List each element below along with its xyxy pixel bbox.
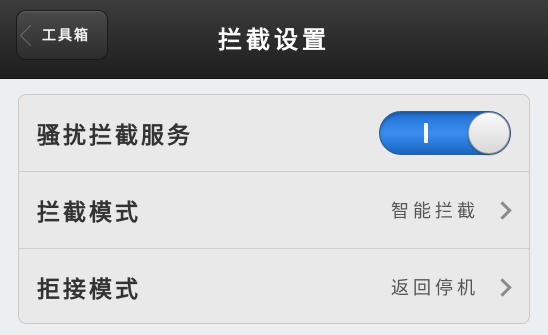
settings-group: 骚扰拦截服务 拦截模式 智能拦截 拒接模式 返回停机	[18, 94, 530, 324]
setting-label: 拒接模式	[37, 277, 141, 303]
setting-row-reject-mode[interactable]: 拒接模式 返回停机	[19, 249, 529, 323]
setting-row-blocking-mode[interactable]: 拦截模式 智能拦截	[19, 172, 529, 249]
harassment-blocking-toggle[interactable]	[379, 111, 511, 155]
navigation-bar: 工具箱 拦截设置	[0, 0, 548, 79]
setting-row-harassment-blocking: 骚扰拦截服务	[19, 95, 529, 172]
setting-label: 骚扰拦截服务	[37, 123, 193, 149]
setting-value: 返回停机	[391, 278, 479, 299]
setting-value: 智能拦截	[391, 201, 479, 222]
page-title: 拦截设置	[218, 26, 330, 54]
chevron-right-icon	[493, 278, 512, 297]
chevron-right-icon	[493, 201, 512, 220]
toggle-on-indicator-icon	[424, 123, 428, 143]
toggle-knob[interactable]	[468, 112, 510, 154]
setting-label: 拦截模式	[37, 200, 141, 226]
